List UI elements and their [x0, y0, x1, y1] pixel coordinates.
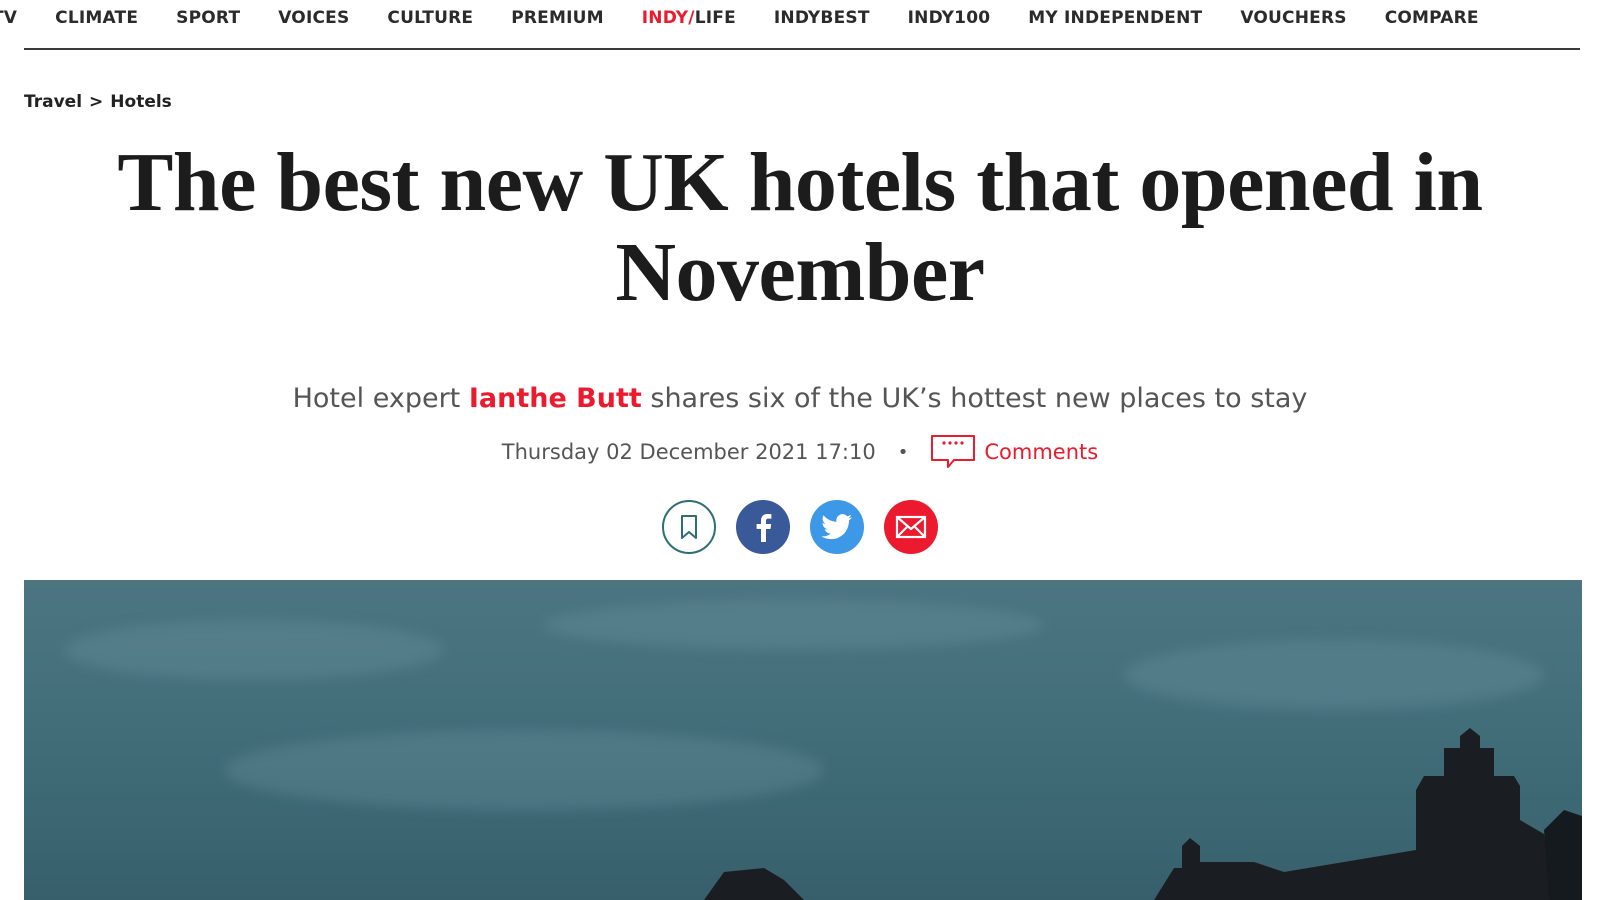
twitter-icon	[821, 514, 852, 540]
breadcrumb: Travel > Hotels	[24, 92, 172, 112]
nav-list: TV CLIMATE SPORT VOICES CULTURE PREMIUM …	[0, 0, 1517, 36]
nav-item-indy100[interactable]: INDY100	[908, 8, 991, 28]
nav-item-sport[interactable]: SPORT	[176, 8, 240, 28]
nav-item-indy-life[interactable]: INDY/LIFE	[642, 8, 736, 28]
article-standfirst: Hotel expert Ianthe Butt shares six of t…	[0, 383, 1600, 414]
nav-item-culture[interactable]: CULTURE	[387, 8, 473, 28]
comments-label: Comments	[984, 440, 1099, 464]
standfirst-text-before: Hotel expert	[292, 383, 469, 414]
publish-date: Thursday 02 December 2021 17:10	[501, 440, 876, 464]
building-silhouette	[704, 728, 1582, 900]
author-link[interactable]: Ianthe Butt	[469, 383, 642, 414]
meta-separator-dot: •	[897, 441, 909, 463]
nav-divider	[24, 48, 1580, 50]
breadcrumb-separator: >	[89, 92, 104, 112]
hero-image	[24, 580, 1582, 900]
nav-item-indy-life-rest: LIFE	[694, 8, 736, 28]
nav-item-voices[interactable]: VOICES	[278, 8, 349, 28]
share-bar	[0, 500, 1600, 554]
breadcrumb-hotels-link[interactable]: Hotels	[110, 92, 172, 112]
nav-item-vouchers[interactable]: VOUCHERS	[1240, 8, 1346, 28]
bookmark-icon	[681, 515, 697, 539]
bookmark-button[interactable]	[662, 500, 716, 554]
nav-item-indy-life-accent: INDY/	[641, 8, 695, 28]
comment-bubble-icon	[931, 435, 976, 468]
nav-item-premium[interactable]: PREMIUM	[511, 8, 604, 28]
nav-item-compare[interactable]: COMPARE	[1385, 8, 1479, 28]
nav-item-tv[interactable]: TV	[0, 8, 17, 28]
facebook-icon	[756, 514, 772, 542]
email-icon	[895, 515, 927, 539]
standfirst-text-after: shares six of the UK’s hottest new place…	[641, 383, 1308, 414]
twitter-share-button[interactable]	[810, 500, 864, 554]
article-title: The best new UK hotels that opened in No…	[117, 136, 1483, 319]
email-share-button[interactable]	[884, 500, 938, 554]
nav-item-climate[interactable]: CLIMATE	[55, 8, 138, 28]
nav-item-my-independent[interactable]: MY INDEPENDENT	[1028, 8, 1202, 28]
nav-item-indybest[interactable]: INDYBEST	[774, 8, 870, 28]
breadcrumb-travel-link[interactable]: Travel	[24, 92, 82, 112]
article-meta: Thursday 02 December 2021 17:10 • Commen…	[0, 434, 1600, 470]
comments-link[interactable]: Comments	[930, 434, 1098, 470]
top-navigation: TV CLIMATE SPORT VOICES CULTURE PREMIUM …	[0, 0, 1600, 48]
facebook-share-button[interactable]	[736, 500, 790, 554]
